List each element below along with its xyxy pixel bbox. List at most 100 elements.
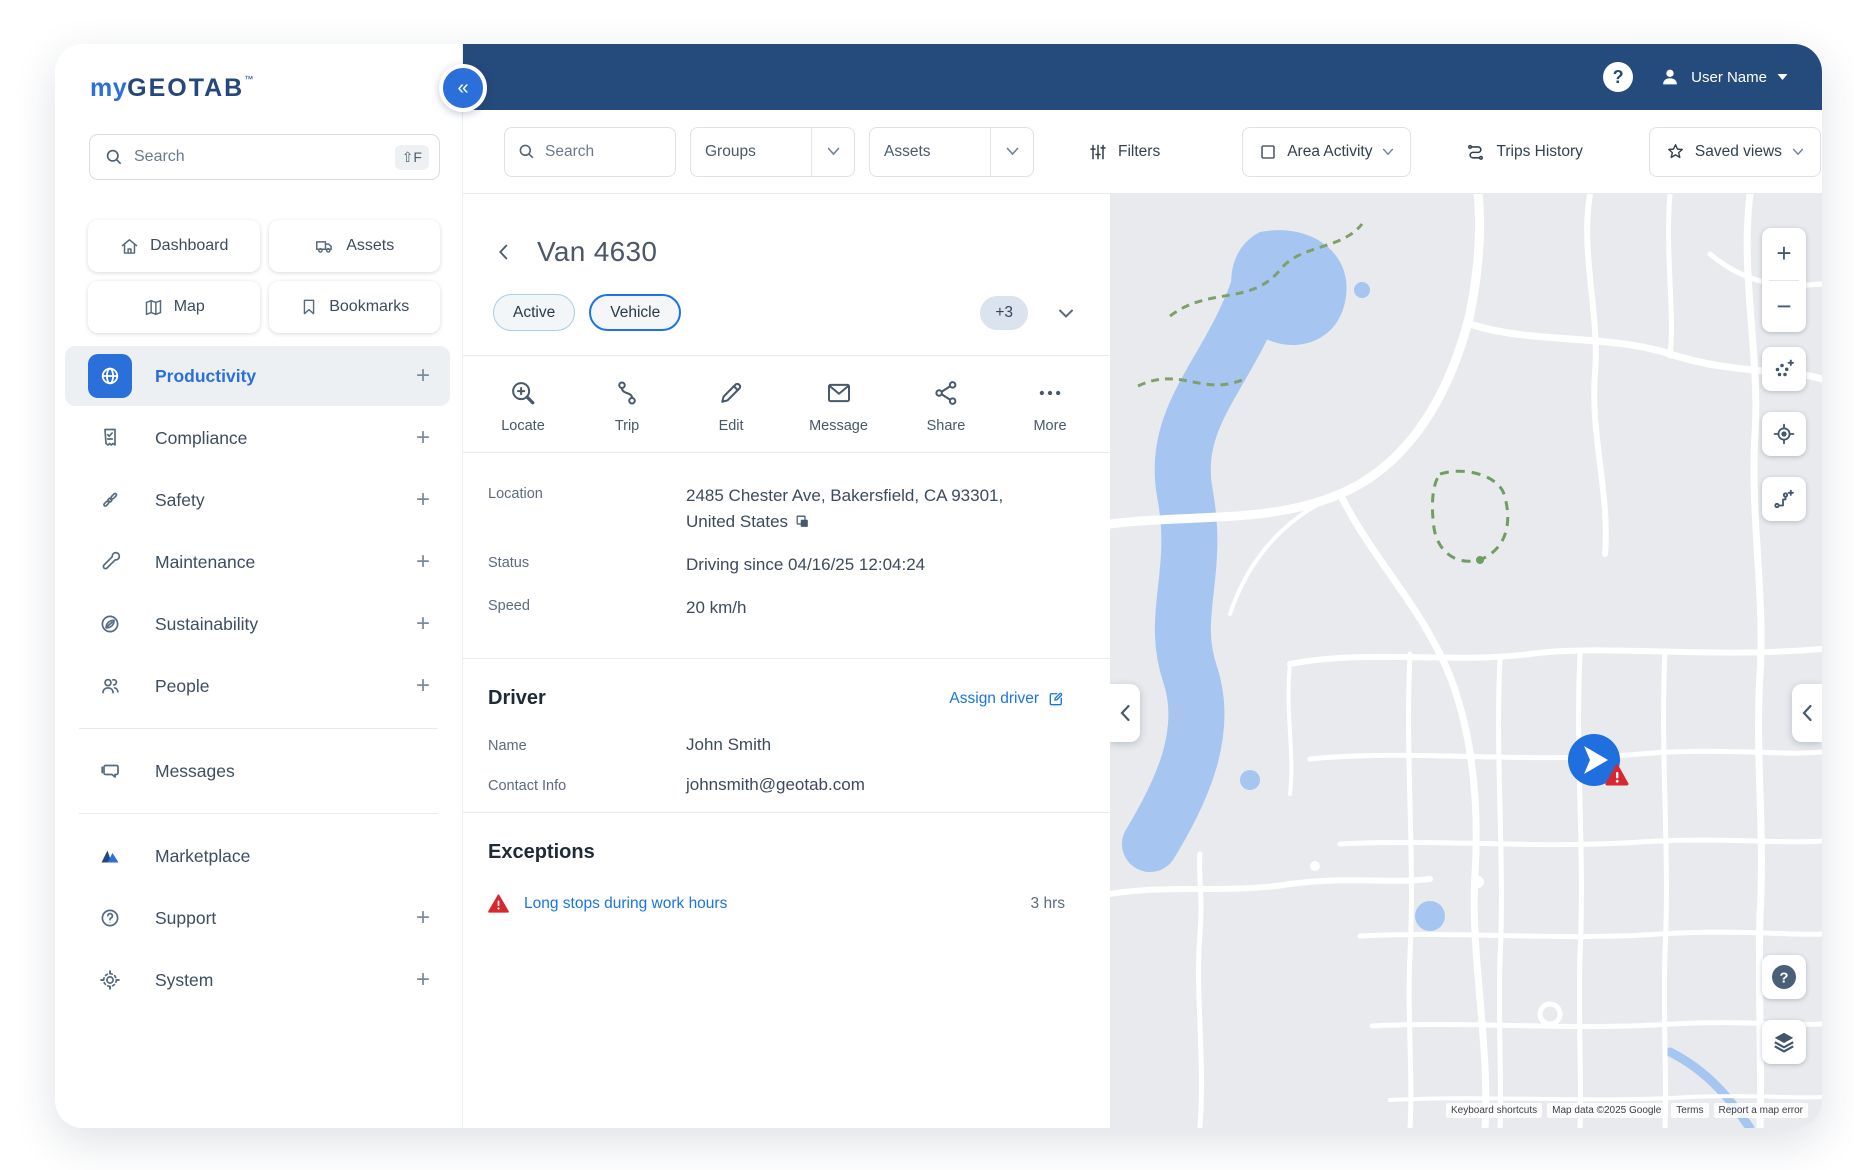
assets-dropdown[interactable]: Assets	[869, 127, 1034, 177]
speed-label: Speed	[488, 595, 686, 621]
plus-icon[interactable]: +	[416, 906, 430, 930]
groups-dropdown-label: Groups	[691, 143, 811, 161]
quick-link-label: Map	[174, 298, 205, 316]
sidebar-search-box[interactable]: ⇧F	[89, 134, 440, 180]
square-checkbox-icon	[1259, 143, 1277, 161]
sidebar-item-system[interactable]: System +	[65, 950, 450, 1010]
type-badge[interactable]: Vehicle	[589, 294, 681, 331]
add-zone-button[interactable]	[1762, 347, 1806, 391]
map-help-button[interactable]: ?	[1762, 955, 1806, 999]
chevron-left-icon	[1119, 704, 1131, 722]
quick-link-label: Assets	[346, 237, 394, 255]
driver-contact-label: Contact Info	[488, 775, 686, 794]
crosshair-icon	[1772, 422, 1796, 446]
layers-icon	[1771, 1029, 1797, 1055]
add-route-button[interactable]	[1762, 477, 1806, 521]
toolbar-search-box[interactable]	[504, 127, 676, 177]
plus-icon[interactable]: +	[416, 968, 430, 992]
trips-history-button[interactable]: Trips History	[1449, 127, 1598, 177]
more-tags-badge[interactable]: +3	[980, 296, 1028, 330]
back-chevron-icon[interactable]	[493, 241, 515, 263]
vehicle-marker[interactable]	[1560, 728, 1644, 804]
asset-detail-panel: Van 4630 Active Vehicle +3 Locate Trip E…	[463, 194, 1110, 1128]
message-action[interactable]: Message	[809, 378, 868, 434]
expand-chevron-icon[interactable]	[1054, 301, 1078, 325]
assign-driver-link[interactable]: Assign driver	[949, 690, 1065, 708]
map-button[interactable]: Map	[88, 281, 260, 333]
panel-collapse-tab[interactable]	[1110, 684, 1140, 742]
sidebar-search-input[interactable]	[134, 148, 395, 166]
chevron-down-icon	[827, 147, 840, 156]
sidebar-item-safety[interactable]: Safety +	[65, 470, 450, 530]
plus-icon[interactable]: +	[416, 364, 430, 388]
keyboard-shortcuts-link[interactable]: Keyboard shortcuts	[1446, 1103, 1542, 1118]
sidebar-item-label: Sustainability	[155, 614, 416, 635]
map-canvas	[1110, 194, 1822, 1128]
sidebar-item-marketplace[interactable]: Marketplace	[65, 826, 450, 886]
area-activity-button[interactable]: Area Activity	[1242, 127, 1411, 177]
edit-action[interactable]: Edit	[705, 378, 757, 434]
status-badge[interactable]: Active	[493, 294, 575, 331]
filters-button[interactable]: Filters	[1072, 127, 1176, 177]
plus-icon[interactable]: +	[416, 550, 430, 574]
plus-icon[interactable]: +	[416, 612, 430, 636]
bookmarks-button[interactable]: Bookmarks	[269, 281, 441, 333]
assets-button[interactable]: Assets	[269, 220, 441, 272]
asset-title: Van 4630	[537, 236, 657, 268]
action-label: Edit	[719, 418, 744, 434]
help-button[interactable]: ?	[1603, 62, 1633, 92]
report-map-error-link[interactable]: Report a map error	[1714, 1103, 1808, 1118]
my-location-button[interactable]	[1762, 412, 1806, 456]
groups-dropdown[interactable]: Groups	[690, 127, 855, 177]
area-activity-label: Area Activity	[1287, 143, 1372, 161]
locate-action[interactable]: Locate	[497, 378, 549, 434]
user-menu[interactable]: User Name	[1659, 66, 1788, 88]
sidebar-item-maintenance[interactable]: Maintenance +	[65, 532, 450, 592]
sidebar-item-label: People	[155, 676, 416, 697]
toolbar-search-input[interactable]	[545, 143, 655, 161]
plus-icon[interactable]: +	[416, 488, 430, 512]
sidebar-item-productivity[interactable]: Productivity +	[65, 346, 450, 406]
user-name-label: User Name	[1691, 69, 1767, 86]
chevron-down-icon	[1382, 148, 1394, 156]
action-label: More	[1033, 418, 1066, 434]
map-layers-button[interactable]	[1762, 1020, 1806, 1064]
status-label: Status	[488, 552, 686, 578]
map-view[interactable]: + − ? Keyboard shortcuts Map data ©2025 …	[1110, 194, 1822, 1128]
sidebar-divider	[79, 728, 438, 729]
sidebar-item-sustainability[interactable]: Sustainability +	[65, 594, 450, 654]
sidebar-item-label: Messages	[155, 761, 430, 782]
plus-icon[interactable]: +	[416, 674, 430, 698]
more-dots-icon	[1035, 378, 1065, 408]
sidebar-item-label: Maintenance	[155, 552, 416, 573]
sidebar-item-people[interactable]: People +	[65, 656, 450, 716]
zoom-in-button[interactable]: +	[1762, 228, 1806, 280]
sidebar-item-support[interactable]: Support +	[65, 888, 450, 948]
add-zone-icon	[1772, 357, 1796, 381]
sidebar-item-label: Marketplace	[155, 846, 430, 867]
more-action[interactable]: More	[1024, 378, 1076, 434]
sidebar-collapse-button[interactable]: «	[439, 64, 487, 112]
saved-views-button[interactable]: Saved views	[1649, 127, 1821, 177]
edit-square-icon	[1047, 690, 1065, 708]
dashboard-button[interactable]: Dashboard	[88, 220, 260, 272]
plus-icon[interactable]: +	[416, 426, 430, 450]
exception-row: Long stops during work hours 3 hrs	[488, 894, 1065, 913]
locate-icon	[508, 378, 538, 408]
action-label: Trip	[615, 418, 639, 434]
terms-link[interactable]: Terms	[1671, 1103, 1708, 1118]
copy-icon[interactable]	[794, 513, 811, 530]
share-action[interactable]: Share	[920, 378, 972, 434]
zoom-out-button[interactable]: −	[1762, 281, 1806, 333]
badge-row: Active Vehicle +3	[493, 294, 1078, 331]
people-icon	[98, 674, 122, 698]
trip-action[interactable]: Trip	[601, 378, 653, 434]
marketplace-logo-icon	[98, 844, 122, 868]
exception-link[interactable]: Long stops during work hours	[524, 895, 727, 913]
right-panel-expand-tab[interactable]	[1792, 684, 1822, 742]
sidebar-item-compliance[interactable]: Compliance +	[65, 408, 450, 468]
question-circle-icon	[98, 906, 122, 930]
sidebar-item-messages[interactable]: Messages	[65, 741, 450, 801]
sidebar-item-label: Compliance	[155, 428, 416, 449]
assets-dropdown-label: Assets	[870, 143, 990, 161]
